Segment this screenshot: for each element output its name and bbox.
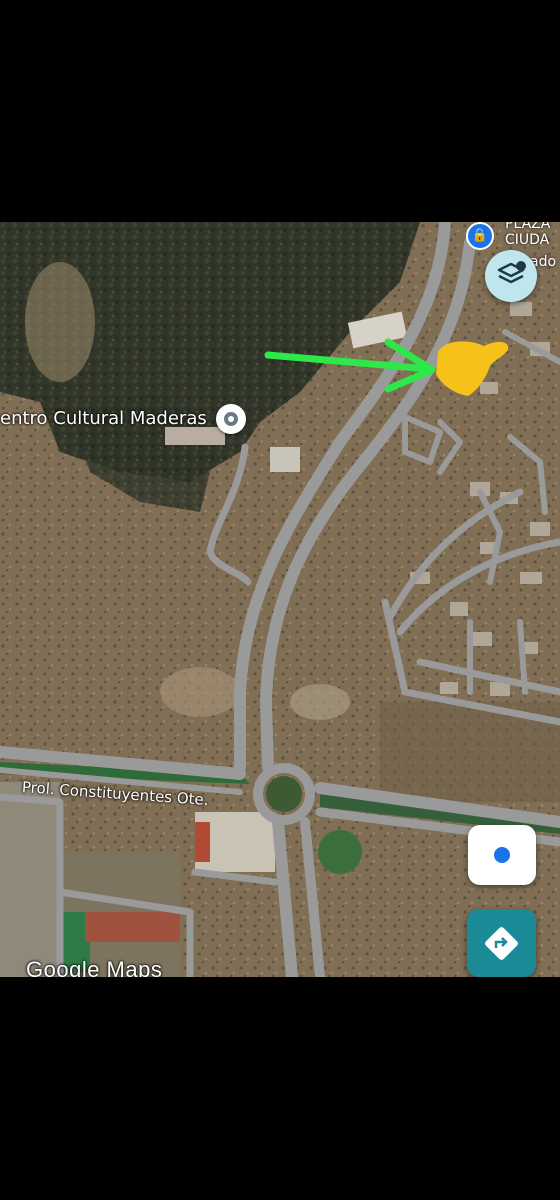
directions-icon <box>485 927 518 960</box>
my-location-icon <box>494 847 510 863</box>
map-view[interactable]: entro Cultural Maderas Prol. Constituyen… <box>0 222 560 977</box>
my-location-button[interactable] <box>468 825 536 885</box>
poi-pin-icon[interactable] <box>216 404 246 434</box>
corner-label-line1: PLAZA <box>505 222 551 232</box>
layers-button[interactable] <box>485 250 537 302</box>
bottom-black-bar <box>0 977 560 1200</box>
google-maps-logo: Google Maps <box>26 957 163 977</box>
shopping-pin-icon[interactable]: 🔒 <box>466 222 494 250</box>
corner-label-line2: CIUDA <box>505 232 550 248</box>
poi-label[interactable]: entro Cultural Maderas <box>0 408 207 429</box>
directions-button[interactable] <box>467 909 536 977</box>
top-black-bar <box>0 0 560 222</box>
layers-icon <box>497 261 526 284</box>
